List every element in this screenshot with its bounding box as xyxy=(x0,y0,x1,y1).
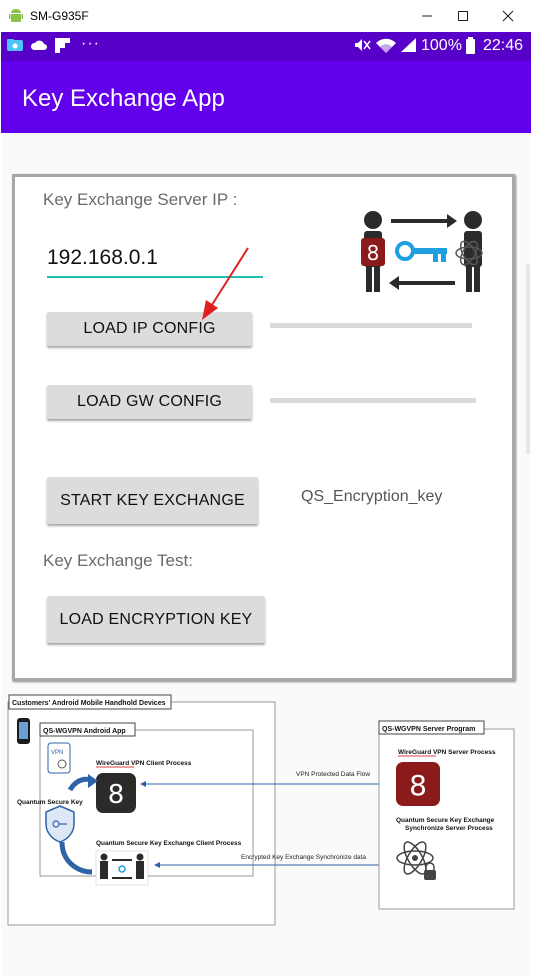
devices-title: Customers' Android Mobile Handhold Devic… xyxy=(12,700,166,707)
key-sync-label: Encrypted Key Exchange Synchronize data xyxy=(241,854,366,861)
server-process-label: WireGuard VPN Server Process xyxy=(398,749,496,756)
close-icon[interactable] xyxy=(490,0,526,32)
architecture-diagram: Customers' Android Mobile Handhold Devic… xyxy=(7,694,515,926)
app-title: Key Exchange App xyxy=(22,85,225,112)
clock: 22:46 xyxy=(483,37,524,54)
svg-text:8: 8 xyxy=(367,241,380,265)
folder-icon xyxy=(6,37,24,58)
key-client-icon xyxy=(95,850,149,886)
android-icon xyxy=(9,8,23,29)
wireguard-server-icon: 8 xyxy=(396,762,440,806)
ip-config-progress-bar xyxy=(270,323,472,328)
server-ip-input[interactable]: 192.168.0.1 xyxy=(47,246,158,270)
battery-icon xyxy=(465,37,477,60)
svg-text:VPN: VPN xyxy=(51,750,63,756)
maximize-icon[interactable] xyxy=(445,0,481,32)
window-title-bar: SM-G935F xyxy=(0,0,533,32)
mute-icon xyxy=(353,37,371,58)
app-title: QS-WGVPN Android App xyxy=(43,728,126,735)
key-client-label: Quantum Secure Key Exchange Client Proce… xyxy=(96,840,242,847)
signal-icon xyxy=(400,37,418,58)
server-title: QS-WGVPN Server Program xyxy=(382,726,475,733)
load-gw-config-button[interactable]: LOAD GW CONFIG xyxy=(47,385,252,419)
window-title: SM-G935F xyxy=(30,9,89,23)
status-bar: ··· 100% 22:46 xyxy=(1,32,531,61)
start-key-exchange-button[interactable]: START KEY EXCHANGE xyxy=(47,477,258,524)
load-encryption-key-button[interactable]: LOAD ENCRYPTION KEY xyxy=(47,596,265,643)
wifi-icon xyxy=(375,37,397,60)
scrollbar[interactable] xyxy=(526,264,530,454)
more-notifications-icon: ··· xyxy=(81,35,100,52)
client-process-label: WireGuard VPN Client Process xyxy=(96,760,192,767)
svg-text:8: 8 xyxy=(409,769,427,802)
app-bar: Key Exchange App xyxy=(1,61,531,133)
vpn-app-icon: VPN xyxy=(47,742,71,774)
cloud-icon xyxy=(30,37,48,58)
phone-icon xyxy=(17,718,30,744)
flipboard-icon xyxy=(55,37,71,58)
key-exchange-illustration-icon: 8 xyxy=(361,211,483,292)
battery-level: 100% xyxy=(421,37,462,54)
svg-text:8: 8 xyxy=(108,780,125,810)
key-exchange-test-label: Key Exchange Test: xyxy=(43,551,193,570)
quantum-key-label: Quantum Secure Key xyxy=(17,799,83,806)
wireguard-client-icon: 8 xyxy=(96,773,136,813)
annotation-arrow-icon xyxy=(202,247,249,320)
vpn-flow-label: VPN Protected Data Flow xyxy=(296,771,370,778)
encryption-key-name: QS_Encryption_key xyxy=(301,488,443,505)
key-server-label-1: Quantum Secure Key Exchange xyxy=(396,817,495,824)
minimize-icon[interactable] xyxy=(409,0,445,32)
server-ip-label: Key Exchange Server IP : xyxy=(43,190,238,209)
key-server-label-2: Synchronize Server Process xyxy=(405,825,493,832)
gw-config-progress-bar xyxy=(270,398,476,403)
